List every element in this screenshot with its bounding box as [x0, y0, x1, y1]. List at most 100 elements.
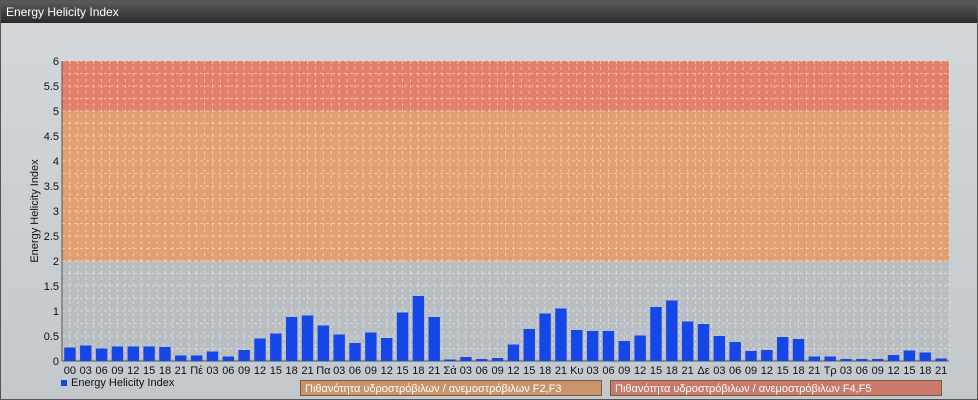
bar: [349, 343, 361, 361]
x-tick-label: 12: [254, 365, 266, 377]
x-tick-label: Πέ: [190, 365, 203, 377]
x-tick-label: 06: [856, 365, 868, 377]
y-axis-title: Energy Helicity Index: [29, 159, 41, 263]
x-tick-label: 21: [428, 365, 440, 377]
bar: [697, 324, 710, 361]
y-tick-label: 6: [53, 56, 59, 68]
x-tick-label: Τρ: [824, 365, 837, 377]
bar: [491, 358, 504, 361]
x-tick-label: 03: [206, 365, 218, 377]
x-tick-label: 18: [666, 365, 678, 377]
band-legend-f4f5: Πιθανότητα υδροστρόβιλων / ανεμοστρόβιλω…: [610, 380, 942, 396]
x-tick-label: Δε: [697, 365, 709, 377]
x-tick-label: 18: [159, 365, 171, 377]
bar: [650, 307, 662, 361]
bar: [254, 338, 266, 361]
bar: [95, 348, 108, 361]
x-tick-label: 15: [903, 365, 915, 377]
bar: [444, 359, 456, 361]
bar: [808, 356, 821, 361]
x-tick-label: 03: [460, 365, 472, 377]
bar: [428, 317, 440, 361]
x-tick-label: 09: [618, 365, 630, 377]
bar: [365, 332, 377, 361]
bar: [523, 329, 535, 361]
x-tick-label: 15: [396, 365, 408, 377]
x-tick-label: 03: [586, 365, 598, 377]
x-tick-label: 21: [808, 365, 820, 377]
y-tick-label: 4.5: [44, 131, 59, 143]
x-tick-label: 21: [175, 365, 187, 377]
bar: [80, 345, 92, 361]
x-tick-label: 06: [729, 365, 741, 377]
bar: [285, 317, 298, 361]
bar: [381, 338, 393, 361]
bar: [761, 350, 773, 361]
x-tick-label: 15: [270, 365, 282, 377]
x-tick-label: 03: [840, 365, 852, 377]
bar: [175, 355, 187, 361]
y-tick-label: 2.5: [44, 231, 59, 243]
y-tick-label: 5: [53, 106, 59, 118]
bar: [872, 359, 884, 361]
x-tick-label: 06: [476, 365, 488, 377]
x-tick-label: Πα: [316, 365, 331, 377]
bar: [539, 313, 551, 361]
bar: [412, 296, 425, 361]
bar: [143, 346, 155, 361]
bar: [681, 321, 694, 361]
bar: [586, 331, 599, 361]
bar: [317, 325, 330, 361]
bar: [507, 344, 520, 361]
x-tick-label: 03: [713, 365, 725, 377]
y-tick-label: 5.5: [44, 81, 59, 93]
bar: [602, 331, 615, 361]
bar: [238, 350, 250, 361]
x-tick-label: 06: [95, 365, 107, 377]
x-tick-label: 09: [238, 365, 250, 377]
x-tick-label: Κυ: [570, 365, 583, 377]
x-tick-label: 06: [349, 365, 361, 377]
x-tick-label: 09: [365, 365, 377, 377]
band-legend-f2f3: Πιθανότητα υδροστρόβιλων / ανεμοστρόβιλω…: [300, 380, 602, 396]
bar: [824, 356, 836, 361]
y-tick-label: 3: [53, 206, 59, 218]
bar: [935, 358, 947, 361]
y-tick-label: 1.5: [44, 281, 59, 293]
bar: [856, 359, 868, 361]
bar: [222, 356, 235, 361]
bar: [792, 339, 805, 361]
bar: [270, 333, 282, 361]
x-tick-label: 12: [887, 365, 899, 377]
bar: [887, 355, 900, 361]
x-tick-label: 09: [872, 365, 884, 377]
x-tick-label: 15: [777, 365, 789, 377]
y-tick-label: 0: [53, 356, 59, 368]
x-tick-label: 18: [919, 365, 931, 377]
x-tick-label: 15: [523, 365, 535, 377]
bar: [190, 355, 203, 361]
bar: [127, 346, 139, 361]
legend[interactable]: Energy Helicity Index: [61, 377, 174, 389]
x-tick-label: 21: [555, 365, 567, 377]
bar: [396, 312, 409, 361]
x-tick-label: 09: [111, 365, 123, 377]
x-tick-label: 18: [539, 365, 551, 377]
x-tick-label: Σά: [443, 365, 457, 377]
x-tick-label: 12: [634, 365, 646, 377]
bar: [776, 337, 789, 361]
bar: [903, 350, 916, 361]
bar: [666, 300, 678, 361]
bar: [64, 347, 76, 361]
y-tick-label: 0.5: [44, 331, 59, 343]
bar: [571, 330, 583, 361]
x-tick-label: 12: [127, 365, 139, 377]
bar: [460, 357, 472, 361]
x-tick-label: 15: [650, 365, 662, 377]
x-tick-label: 18: [412, 365, 424, 377]
x-tick-label: 18: [286, 365, 298, 377]
bar: [745, 351, 757, 361]
x-tick-label: 03: [333, 365, 345, 377]
x-tick-label: 21: [301, 365, 313, 377]
x-tick-label: 06: [222, 365, 234, 377]
